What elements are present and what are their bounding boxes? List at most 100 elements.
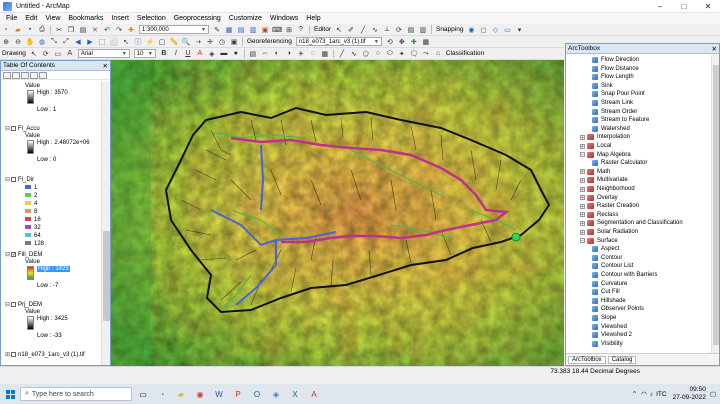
zoom-out-icon[interactable]: ⊖ [13,37,23,47]
expand-icon[interactable]: + [580,229,585,235]
underline-icon[interactable]: U [183,49,193,59]
word-icon[interactable]: W [211,387,227,401]
draw-circle-icon[interactable]: ○ [373,49,383,59]
arctoolbox-close-icon[interactable]: ✕ [712,45,717,53]
tool-item[interactable]: Cut Fill [592,288,620,296]
font-size-combo[interactable]: 10 ▼ [133,49,156,58]
toc-options-icon[interactable] [39,71,47,79]
language-indicator[interactable]: ITC [656,391,666,398]
fill-color-icon[interactable]: ◈ [207,49,217,59]
toolset-item[interactable]: + Raster Creation [580,202,639,210]
toolset-item[interactable]: + Reclass [580,211,618,219]
menu-file[interactable]: File [2,15,21,22]
pour-point-marker[interactable] [511,232,521,242]
menu-selection[interactable]: Selection [133,15,170,22]
tool-item[interactable]: Viewshed 2 [592,331,632,339]
task-view-icon[interactable]: ▭ [135,387,151,401]
tray-chevron-icon[interactable]: ⌃ [632,390,637,398]
table-icon[interactable]: ▦ [224,25,234,35]
editor-toolbar-icon[interactable]: ✎ [212,25,222,35]
text-icon[interactable]: A [65,49,75,59]
tool-item[interactable]: Contour [592,254,622,262]
expand-icon[interactable]: + [580,203,585,209]
collapse-icon[interactable]: − [580,238,585,244]
outlook-icon[interactable]: O [249,387,265,401]
tool-item[interactable]: Observer Points [592,305,644,313]
rectangle-icon[interactable]: ▭ [53,49,63,59]
rotate-georef-icon[interactable]: ⟲ [385,37,395,47]
notifications-icon[interactable]: ▢ [710,390,716,398]
expand-icon[interactable]: + [580,186,585,192]
draw-callout-icon[interactable]: 🗨 [409,49,419,59]
vertex-snapping-icon[interactable]: ◇ [490,25,500,35]
tool-item[interactable]: Viewshed [592,323,627,331]
save-icon[interactable]: ▪ [25,25,35,35]
rotate-element-icon[interactable]: ⟳ [41,49,51,59]
viewer-window-icon[interactable]: ▣ [229,37,239,47]
clock[interactable]: 09:50 27-09-2022 [673,386,706,402]
expand-icon[interactable]: + [580,143,585,149]
brightness-icon[interactable]: ☀ [296,49,306,59]
toolset-item[interactable]: − Map Algebra [580,151,631,159]
arctoolbox-scrollbar[interactable] [711,55,719,353]
toolset-item[interactable]: + Multivariate [580,176,628,184]
point-snapping-icon[interactable]: ◉ [466,25,476,35]
bold-icon[interactable]: B [159,49,169,59]
list-by-selection-icon[interactable] [30,71,38,79]
tool-item[interactable]: Watershed [592,125,630,133]
edge-snapping-icon[interactable]: ▭ [502,25,512,35]
attributes-icon[interactable]: ▤ [406,25,416,35]
layout-icon[interactable]: ▤ [248,49,258,59]
toolset-item[interactable]: + Interpolation [580,133,630,141]
toolset-item[interactable]: + Neighborhood [580,185,635,193]
georeferencing-layer-combo[interactable]: n18_e073_1arc_v3 (1).tif ▼ [295,37,382,46]
full-extent-icon[interactable]: ◍ [37,37,47,47]
tool-item[interactable]: Contour with Barriers [592,271,657,279]
tool-item[interactable]: Visibility [592,340,623,348]
identify-icon[interactable]: ⓘ [133,37,143,47]
toolset-item[interactable]: − Surface [580,237,618,245]
find-icon[interactable]: 🔍 [181,37,191,47]
powerpoint-icon[interactable]: P [230,387,246,401]
layer-row-fl-accu[interactable]: ⊟ Fl_Accu [5,125,105,132]
expand-icon[interactable]: + [580,177,585,183]
layer-row-fl-dir[interactable]: ⊟ Fl_Dir [5,176,105,183]
list-by-source-icon[interactable] [12,71,20,79]
html-popup-icon[interactable]: ▢ [157,37,167,47]
cut-icon[interactable]: ✂ [54,25,64,35]
toolset-item[interactable]: + Segmentation and Classification [580,219,683,227]
paste-icon[interactable]: ▤ [78,25,88,35]
sketch-properties-icon[interactable]: ▥ [418,25,428,35]
go-to-xy-icon[interactable]: ✛ [205,37,215,47]
taskbar-search[interactable]: ⌕ Type here to search [20,387,132,401]
draw-curve-icon[interactable]: ∿ [349,49,359,59]
flicker-icon[interactable]: ◐ [272,49,282,59]
tool-item[interactable]: Stream Link [592,99,633,107]
tool-item[interactable]: Raster Calculator [592,159,647,167]
tab-arctoolbox[interactable]: ArcToolbox [568,355,606,364]
forward-extent-icon[interactable]: ▶ [85,37,95,47]
list-by-visibility-icon[interactable] [21,71,29,79]
line-color-icon[interactable]: ▬ [219,49,229,59]
rotate-icon[interactable]: ⟳ [394,25,404,35]
transparency-icon[interactable]: ◌ [308,49,318,59]
draw-polygon-icon[interactable]: ⬠ [361,49,371,59]
tool-item[interactable]: Hillshade [592,297,626,305]
select-features-icon[interactable]: ⬚ [97,37,107,47]
close-button[interactable]: ✕ [696,0,720,13]
scrollbar-thumb[interactable] [103,231,110,321]
tool-item[interactable]: Contour List [592,262,633,270]
expand-icon[interactable]: + [580,134,585,140]
tool-item[interactable]: Aspect [592,245,619,253]
acrobat-icon[interactable]: A [306,387,322,401]
layer-visibility-checkbox[interactable] [11,351,16,357]
toolset-item[interactable]: + Solar Radiation [580,228,638,236]
draw-marker-icon[interactable]: ✦ [397,49,407,59]
maximize-button[interactable]: □ [672,0,696,13]
tool-item[interactable]: Snap Pour Point [592,90,645,98]
toc-close-icon[interactable]: ✕ [103,62,108,70]
font-name-combo[interactable]: Arial ▼ [77,49,130,58]
print-icon[interactable]: ⎙ [37,25,47,35]
tool-item[interactable]: Curvature [592,280,627,288]
straight-segment-icon[interactable]: ╱ [358,25,368,35]
